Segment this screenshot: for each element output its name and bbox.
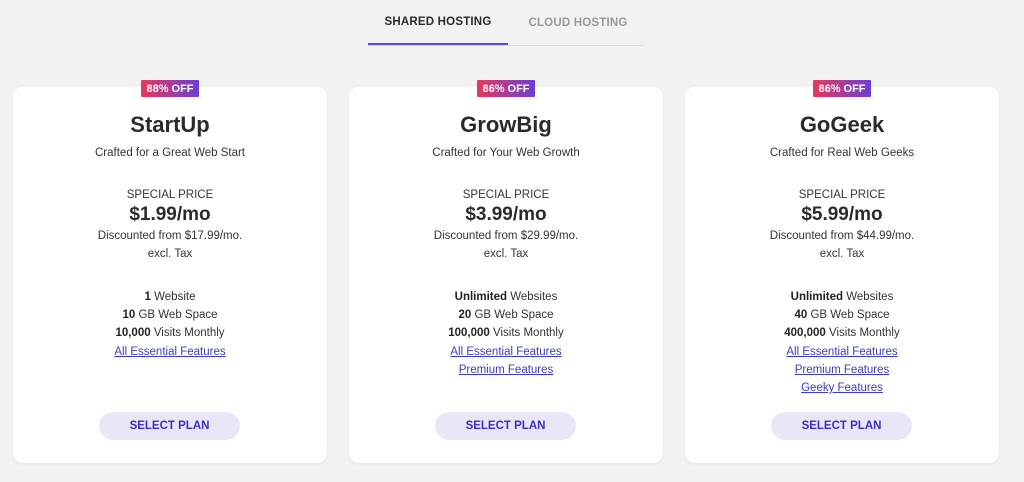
feature-label: GB Web Space: [807, 309, 890, 321]
plan-tagline: Crafted for a Great Web Start: [95, 147, 245, 159]
tab-cloud-hosting[interactable]: CLOUD HOSTING: [508, 0, 648, 45]
discount-text: Discounted from $44.99/mo.: [769, 230, 915, 242]
feature-value: 20: [458, 309, 472, 321]
special-price-label: SPECIAL PRICE: [798, 189, 886, 201]
all-essential-features-link[interactable]: All Essential Features: [786, 346, 897, 358]
discount-badge: 86% OFF: [813, 80, 871, 97]
all-essential-features-link[interactable]: All Essential Features: [114, 346, 225, 358]
feature-value: 400,000: [784, 327, 826, 339]
feature-visits: 10,000 Visits Monthly: [13, 326, 327, 340]
plan-card-startup: 88% OFF StartUp Crafted for a Great Web …: [13, 80, 327, 463]
tax-note: excl. Tax: [483, 248, 529, 260]
link-row: All Essential Features: [13, 345, 327, 359]
select-plan-button[interactable]: SELECT PLAN: [435, 412, 576, 440]
link-row: Premium Features: [349, 363, 663, 377]
tax-note: excl. Tax: [819, 248, 865, 260]
plan-name: StartUp: [130, 112, 210, 137]
feature-label: Visits Monthly: [825, 327, 900, 339]
link-row: Premium Features: [685, 363, 999, 377]
link-row: All Essential Features: [349, 345, 663, 359]
feature-web-space: 20 GB Web Space: [349, 308, 663, 322]
hosting-tabs: SHARED HOSTING CLOUD HOSTING: [368, 0, 644, 46]
tax-note: excl. Tax: [147, 248, 193, 260]
special-price-label: SPECIAL PRICE: [462, 189, 550, 201]
feature-visits: 400,000 Visits Monthly: [685, 326, 999, 340]
plan-tagline: Crafted for Real Web Geeks: [769, 147, 915, 159]
feature-visits: 100,000 Visits Monthly: [349, 326, 663, 340]
plan-price: $5.99/mo: [801, 204, 883, 225]
feature-value: 40: [794, 309, 808, 321]
feature-label: GB Web Space: [471, 309, 554, 321]
premium-features-link[interactable]: Premium Features: [795, 364, 890, 376]
select-plan-button[interactable]: SELECT PLAN: [771, 412, 912, 440]
feature-label: Websites: [843, 291, 894, 303]
feature-label: Visits Monthly: [489, 327, 564, 339]
discount-badge: 88% OFF: [141, 80, 199, 97]
plan-name: GoGeek: [799, 112, 885, 137]
discount-text: Discounted from $29.99/mo.: [433, 230, 579, 242]
special-price-label: SPECIAL PRICE: [126, 189, 214, 201]
feature-value: 100,000: [448, 327, 490, 339]
feature-value: Unlimited: [790, 291, 844, 303]
plan-tagline: Crafted for Your Web Growth: [432, 147, 580, 159]
feature-websites: Unlimited Websites: [685, 290, 999, 304]
feature-label: GB Web Space: [135, 309, 218, 321]
plan-price: $3.99/mo: [465, 204, 547, 225]
select-plan-button[interactable]: SELECT PLAN: [99, 412, 240, 440]
feature-websites: 1 Website: [13, 290, 327, 304]
all-essential-features-link[interactable]: All Essential Features: [450, 346, 561, 358]
plan-card-gogeek: 86% OFF GoGeek Crafted for Real Web Geek…: [685, 80, 999, 463]
plan-card-growbig: 86% OFF GrowBig Crafted for Your Web Gro…: [349, 80, 663, 463]
feature-label: Visits Monthly: [150, 327, 225, 339]
feature-web-space: 10 GB Web Space: [13, 308, 327, 322]
feature-value: 10: [122, 309, 136, 321]
feature-web-space: 40 GB Web Space: [685, 308, 999, 322]
feature-label: Website: [150, 291, 196, 303]
feature-value: Unlimited: [454, 291, 508, 303]
link-row: Geeky Features: [685, 381, 999, 395]
tab-shared-hosting[interactable]: SHARED HOSTING: [368, 0, 508, 45]
geeky-features-link[interactable]: Geeky Features: [801, 382, 883, 394]
plan-name: GrowBig: [460, 112, 552, 137]
feature-websites: Unlimited Websites: [349, 290, 663, 304]
link-row: All Essential Features: [685, 345, 999, 359]
feature-value: 10,000: [115, 327, 151, 339]
feature-label: Websites: [507, 291, 558, 303]
plan-price: $1.99/mo: [129, 204, 211, 225]
discount-text: Discounted from $17.99/mo.: [97, 230, 243, 242]
premium-features-link[interactable]: Premium Features: [459, 364, 554, 376]
discount-badge: 86% OFF: [477, 80, 535, 97]
